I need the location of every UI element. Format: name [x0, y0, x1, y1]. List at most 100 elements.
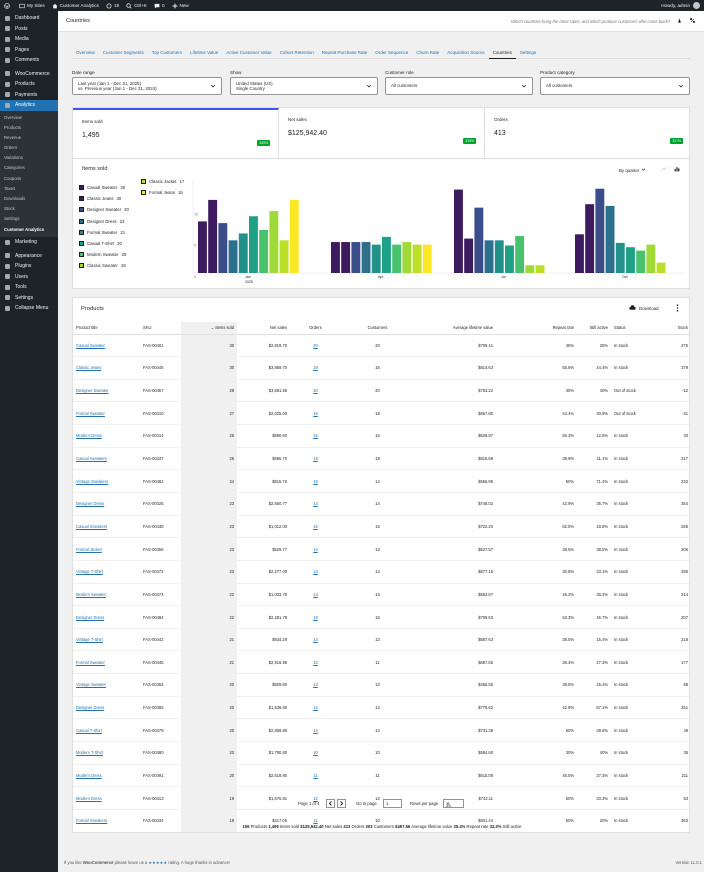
orders-link[interactable]: 18 — [290, 605, 341, 629]
tab-acquisition-source[interactable]: Acquisition Source — [443, 48, 488, 59]
orders-link[interactable]: 19 — [290, 401, 341, 426]
orders-link[interactable]: 14 — [290, 492, 341, 516]
legend-item[interactable]: Formal Sweater 21 — [79, 229, 125, 235]
legend-item[interactable]: Classic Jacket 17 — [141, 179, 184, 184]
legend-item[interactable]: Designer Sweater 20 — [79, 207, 129, 213]
tab-order-sequence[interactable]: Order Sequence — [371, 48, 412, 59]
product-link[interactable]: Formal Jacket — [73, 537, 140, 561]
product-link[interactable]: Modern Sweater — [73, 583, 140, 607]
metric-items-sold[interactable]: Items sold 1,495 349% — [73, 108, 279, 159]
orders-link[interactable]: 10 — [290, 741, 341, 765]
product-link[interactable]: Formal Sweater — [73, 650, 140, 675]
rating-stars-link[interactable]: ★★★★★ — [148, 860, 167, 865]
product-link[interactable]: Modern T-Shirt — [73, 741, 140, 765]
product-link[interactable]: Designer Sweater — [73, 379, 140, 403]
sidebar-item-posts[interactable]: Posts — [0, 24, 58, 35]
sidebar-item-dashboard[interactable]: Dashboard — [0, 13, 58, 24]
comments-link[interactable]: 0 — [154, 3, 165, 9]
product-link[interactable]: Casual Sweater — [73, 334, 140, 358]
orders-link[interactable]: 16 — [290, 515, 341, 539]
product-link[interactable]: Vintage T-Shirt — [73, 628, 140, 652]
orders-link[interactable]: 14 — [290, 832, 341, 833]
submenu-item-products[interactable]: Products — [0, 123, 58, 133]
column-header[interactable]: Orders — [290, 322, 341, 335]
tab-active-customer-value[interactable]: Active Customer Value — [222, 48, 275, 59]
product-link[interactable]: Vintage Sneakers — [73, 469, 140, 493]
column-header[interactable]: Net sales — [237, 322, 290, 335]
account-menu[interactable]: Howdy, admin — [661, 2, 700, 9]
sidebar-item-marketing[interactable]: Marketing — [0, 237, 58, 248]
rows-per-page-select[interactable]: 25 — [443, 799, 464, 808]
sidebar-item-users[interactable]: Users — [0, 271, 58, 282]
sidebar-item-settings[interactable]: Settings — [0, 292, 58, 303]
orders-link[interactable]: 13 — [290, 650, 341, 675]
product-link[interactable]: Casual Sneakers — [73, 515, 140, 539]
updates-link[interactable]: 19 — [106, 3, 119, 9]
sidebar-item-plugins[interactable]: Plugins — [0, 261, 58, 272]
customer-role-select[interactable]: All customers — [385, 77, 533, 95]
sidebar-item-collapse-menu[interactable]: Collapse Menu — [0, 303, 58, 314]
product-link[interactable]: Classic Jeans — [73, 356, 140, 380]
prev-page-button[interactable] — [326, 799, 335, 808]
help-icon[interactable] — [689, 17, 696, 26]
submenu-item-customer-analytics[interactable]: Customer Analytics — [0, 225, 58, 235]
tab-repeat-purchase-rate[interactable]: Repeat Purchase Rate — [318, 48, 372, 59]
submenu-item-stock[interactable]: Stock — [0, 204, 58, 214]
metric-orders[interactable]: Orders 413 317% — [485, 108, 689, 159]
orders-link[interactable]: 14 — [290, 537, 341, 561]
legend-item[interactable]: Casual Sweater 30 — [79, 185, 125, 190]
submenu-item-overview[interactable]: Overview — [0, 113, 58, 123]
wp-logo[interactable] — [4, 2, 12, 9]
tab-lifetime-value[interactable]: Lifetime Value — [186, 48, 222, 59]
legend-item[interactable]: Modern Sweater 20 — [79, 252, 126, 258]
show-select[interactable]: United States (US) Single Country — [230, 77, 378, 95]
product-link[interactable]: Modern Dress — [73, 764, 140, 788]
tab-customer-segments[interactable]: Customer Segments — [99, 48, 148, 59]
submenu-item-coupons[interactable]: Coupons — [0, 174, 58, 184]
orders-link[interactable]: 20 — [290, 334, 341, 358]
go-to-page-input[interactable]: 1 — [383, 799, 402, 808]
submenu-item-categories[interactable]: Categories — [0, 163, 58, 173]
sidebar-item-payments[interactable]: Payments — [0, 90, 58, 101]
orders-link[interactable]: 13 — [290, 583, 341, 607]
orders-link[interactable]: 19 — [290, 356, 341, 380]
sidebar-item-analytics[interactable]: Analytics — [0, 100, 58, 111]
tab-overview[interactable]: Overview — [72, 48, 99, 59]
tab-settings[interactable]: Settings — [516, 48, 540, 59]
sidebar-item-woocommerce[interactable]: WooCommerce — [0, 69, 58, 80]
column-header[interactable]: ⌄ Items sold — [181, 322, 237, 335]
new-content-link[interactable]: New — [172, 3, 189, 9]
orders-link[interactable]: 16 — [290, 424, 341, 448]
legend-item[interactable]: Designer Dress 23 — [79, 218, 124, 224]
product-link[interactable]: Casual T-Shirt — [73, 718, 140, 743]
sidebar-item-products[interactable]: Products — [0, 79, 58, 90]
orders-link[interactable]: 14 — [290, 696, 341, 720]
product-link[interactable]: Designer Dress — [73, 492, 140, 516]
tab-churn-rate[interactable]: Churn Rate — [412, 48, 443, 59]
search-link[interactable]: Ctrl+K — [126, 2, 147, 9]
product-link[interactable]: Vintage Sweater — [73, 673, 140, 697]
submenu-item-orders[interactable]: Orders — [0, 143, 58, 153]
orders-link[interactable]: 13 — [290, 673, 341, 697]
product-category-select[interactable]: All customers — [540, 77, 690, 95]
download-button[interactable]: Download — [629, 305, 659, 311]
sidebar-item-tools[interactable]: Tools — [0, 282, 58, 293]
product-link[interactable]: Casual Sweaters — [73, 447, 140, 471]
submenu-item-revenue[interactable]: Revenue — [0, 133, 58, 143]
more-options-icon[interactable] — [676, 304, 679, 314]
orders-link[interactable]: 19 — [290, 447, 341, 471]
submenu-item-downloads[interactable]: Downloads — [0, 194, 58, 204]
orders-link[interactable]: 11 — [290, 764, 341, 788]
tab-countries[interactable]: Countries — [488, 48, 516, 59]
product-link[interactable]: Formal Sweater — [73, 401, 140, 426]
orders-link[interactable]: 14 — [290, 718, 341, 743]
product-link[interactable]: Modern Dress — [73, 832, 140, 833]
my-sites-link[interactable]: My Sites — [19, 3, 45, 9]
legend-item[interactable]: Classic Jeans 30 — [79, 196, 121, 202]
submenu-item-taxes[interactable]: Taxes — [0, 184, 58, 194]
submenu-item-settings[interactable]: Settings — [0, 214, 58, 224]
orders-link[interactable]: 14 — [290, 628, 341, 652]
metric-net-sales[interactable]: Net sales $125,942.40 319% — [279, 108, 485, 159]
orders-link[interactable]: 15 — [290, 469, 341, 493]
legend-item[interactable]: Classic Sweater 19 — [79, 263, 126, 269]
